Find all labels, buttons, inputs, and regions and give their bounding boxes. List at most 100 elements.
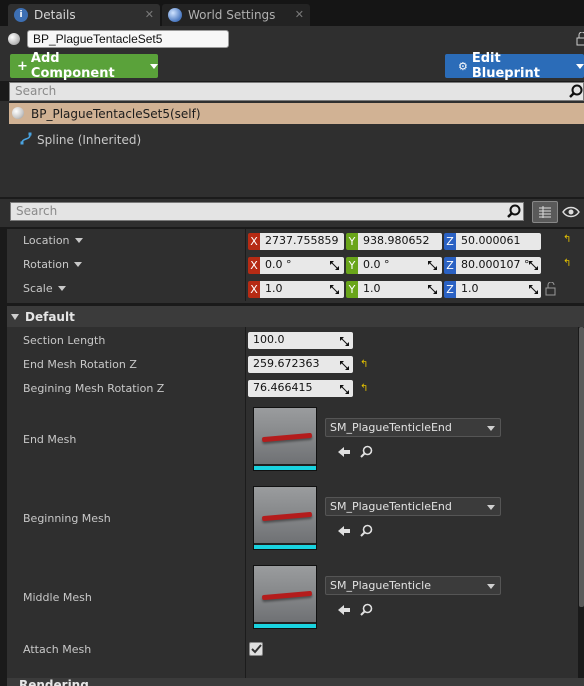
spin-handle-icon[interactable]: [529, 285, 538, 294]
axis-z-label: Z: [444, 281, 456, 298]
browse-search-icon[interactable]: [360, 603, 373, 616]
default-category-header[interactable]: Default: [7, 306, 584, 327]
gears-icon: ⚙: [458, 59, 468, 73]
details-search-placeholder: Search: [16, 204, 58, 218]
info-icon: i: [14, 8, 28, 22]
spin-handle-icon[interactable]: [340, 337, 349, 346]
reset-to-default-icon[interactable]: ↰: [360, 384, 370, 394]
spin-handle-icon[interactable]: [340, 385, 349, 394]
mesh-thumbnail[interactable]: [253, 565, 317, 629]
component-search-input[interactable]: Search: [9, 82, 584, 101]
close-icon[interactable]: ✕: [295, 8, 304, 21]
end-mesh-row: End Mesh SM_PlagueTenticleEnd: [7, 403, 578, 477]
end-mesh-rotation-z-label: End Mesh Rotation Z: [23, 358, 137, 371]
location-x-field[interactable]: 2737.755859: [260, 233, 344, 250]
actor-icon: [8, 33, 20, 45]
component-spline-item[interactable]: Spline (Inherited): [20, 132, 141, 148]
scale-label[interactable]: Scale: [23, 282, 66, 295]
browse-search-icon[interactable]: [360, 445, 373, 458]
view-options-button[interactable]: [562, 205, 580, 219]
use-selected-arrow-icon[interactable]: [337, 525, 351, 537]
tab-bar: i Details ✕ World Settings ✕: [0, 0, 584, 26]
rendering-category-header[interactable]: Rendering: [7, 678, 584, 686]
spin-handle-icon[interactable]: [428, 285, 437, 294]
attach-mesh-checkbox[interactable]: [249, 642, 263, 656]
mesh-thumbnail[interactable]: [253, 407, 317, 471]
component-spline-label: Spline (Inherited): [37, 133, 142, 147]
collapse-triangle-icon: [11, 313, 19, 320]
end-mesh-asset-combo[interactable]: SM_PlagueTenticleEnd: [325, 418, 501, 437]
plus-icon: +: [17, 58, 28, 74]
chevron-down-icon: [150, 63, 158, 69]
use-selected-arrow-icon[interactable]: [337, 604, 351, 616]
middle-mesh-row: Middle Mesh SM_PlagueTenticle: [7, 561, 578, 635]
chevron-down-icon: [487, 505, 495, 510]
mesh-thumbnail[interactable]: [253, 486, 317, 550]
rendering-category-title: Rendering: [19, 678, 89, 686]
grid-icon: [539, 206, 551, 218]
rotation-row: Rotation X 0.0 ° Y 0.0 ° Z 80.000107 ° ↰: [7, 253, 584, 277]
actor-icon: [12, 107, 24, 119]
use-selected-arrow-icon[interactable]: [337, 446, 351, 458]
default-category-body: Section Length 100.0 End Mesh Rotation Z…: [7, 327, 578, 686]
lock-icon[interactable]: [576, 32, 584, 46]
axis-y-label: Y: [346, 257, 358, 274]
begining-mesh-rotation-z-field[interactable]: 76.466415: [248, 380, 353, 397]
axis-x-label: X: [248, 257, 260, 274]
details-scrollbar[interactable]: [579, 327, 584, 607]
chevron-down-icon: [487, 426, 495, 431]
component-self-label: BP_PlagueTentacleSet5(self): [31, 106, 201, 121]
end-mesh-rotation-z-field[interactable]: 259.672363: [248, 356, 353, 373]
close-icon[interactable]: ✕: [145, 8, 154, 21]
spin-handle-icon[interactable]: [330, 285, 339, 294]
property-matrix-button[interactable]: [532, 201, 558, 223]
tab-details-label: Details: [34, 8, 76, 22]
middle-mesh-asset-combo[interactable]: SM_PlagueTenticle: [325, 576, 501, 595]
browse-search-icon[interactable]: [360, 524, 373, 537]
edit-blueprint-label: Edit Blueprint: [471, 51, 540, 81]
chevron-down-icon: [487, 584, 495, 589]
search-icon: [569, 84, 583, 101]
chevron-down-icon: [576, 63, 584, 69]
end-mesh-rotation-z-row: End Mesh Rotation Z 259.672363 ↰: [7, 353, 578, 375]
default-category-title: Default: [25, 309, 75, 324]
spin-handle-icon[interactable]: [529, 261, 538, 270]
end-mesh-asset-name: SM_PlagueTenticleEnd: [330, 421, 452, 434]
section-length-field[interactable]: 100.0: [248, 332, 353, 349]
beginning-mesh-row: Beginning Mesh SM_PlagueTenticleEnd: [7, 482, 578, 556]
begining-mesh-rotation-z-label: Begining Mesh Rotation Z: [23, 382, 165, 395]
spin-handle-icon[interactable]: [428, 261, 437, 270]
details-search-input[interactable]: Search: [10, 202, 524, 221]
spin-handle-icon[interactable]: [340, 361, 349, 370]
location-row: Location X 2737.755859 Y 938.980652 Z 50…: [7, 229, 584, 253]
chevron-down-icon: [74, 238, 83, 243]
tab-world-settings[interactable]: World Settings ✕: [162, 4, 310, 26]
middle-mesh-asset-name: SM_PlagueTenticle: [330, 579, 431, 592]
beginning-mesh-label: Beginning Mesh: [23, 512, 111, 525]
tab-details[interactable]: i Details ✕: [8, 4, 160, 26]
chevron-down-icon: [74, 262, 83, 267]
reset-to-default-icon[interactable]: ↰: [563, 259, 573, 269]
reset-to-default-icon[interactable]: ↰: [360, 360, 370, 370]
axis-z-label: Z: [444, 233, 456, 250]
edit-blueprint-button[interactable]: ⚙ Edit Blueprint: [445, 51, 584, 81]
scale-row: Scale X 1.0 Y 1.0 Z 1.0: [7, 277, 584, 301]
spin-handle-icon[interactable]: [330, 261, 339, 270]
axis-z-label: Z: [444, 257, 456, 274]
location-label[interactable]: Location: [23, 234, 83, 247]
location-z-field[interactable]: 50.000061: [456, 233, 541, 250]
search-icon: [507, 204, 521, 221]
beginning-mesh-asset-combo[interactable]: SM_PlagueTenticleEnd: [325, 497, 501, 516]
add-component-button[interactable]: + Add Component: [10, 51, 158, 81]
component-self-item[interactable]: BP_PlagueTentacleSet5(self): [9, 103, 584, 124]
location-y-field[interactable]: 938.980652: [358, 233, 442, 250]
checkmark-icon: [250, 644, 262, 654]
reset-to-default-icon[interactable]: ↰: [563, 235, 573, 245]
eye-icon: [562, 206, 580, 218]
lock-icon[interactable]: [545, 281, 556, 296]
actor-name-input[interactable]: [27, 30, 229, 48]
tab-world-settings-label: World Settings: [188, 8, 276, 22]
beginning-mesh-asset-name: SM_PlagueTenticleEnd: [330, 500, 452, 513]
begining-mesh-rotation-z-row: Begining Mesh Rotation Z 76.466415 ↰: [7, 377, 578, 399]
rotation-label[interactable]: Rotation: [23, 258, 83, 271]
